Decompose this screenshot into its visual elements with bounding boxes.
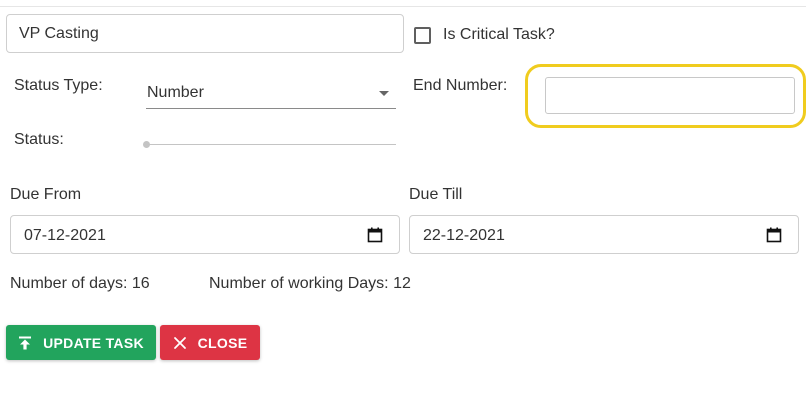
number-of-days-text: Number of days: 16 bbox=[10, 275, 150, 292]
end-number-input[interactable] bbox=[545, 77, 795, 114]
update-task-label: UPDATE TASK bbox=[43, 334, 144, 351]
critical-task-checkbox[interactable] bbox=[414, 26, 431, 44]
upload-icon bbox=[19, 336, 32, 349]
due-from-label: Due From bbox=[10, 186, 82, 203]
calendar-icon[interactable] bbox=[766, 227, 782, 243]
due-till-value: 22-12-2021 bbox=[423, 227, 505, 244]
status-label: Status: bbox=[14, 131, 64, 148]
status-type-label: Status Type: bbox=[14, 77, 103, 94]
due-till-input[interactable]: 22-12-2021 bbox=[409, 215, 799, 254]
due-from-value: 07-12-2021 bbox=[24, 227, 106, 244]
top-divider bbox=[0, 6, 806, 7]
status-type-select[interactable]: Number bbox=[146, 76, 396, 109]
task-name-input[interactable] bbox=[6, 14, 404, 53]
slider-track bbox=[146, 144, 396, 145]
update-task-button[interactable]: UPDATE TASK bbox=[6, 325, 156, 360]
status-type-value: Number bbox=[147, 84, 204, 101]
close-button[interactable]: CLOSE bbox=[160, 325, 260, 360]
critical-task-option[interactable]: Is Critical Task? bbox=[414, 26, 555, 44]
status-slider[interactable] bbox=[143, 141, 396, 149]
close-icon bbox=[173, 336, 186, 349]
slider-thumb[interactable] bbox=[143, 141, 150, 148]
chevron-down-icon bbox=[379, 91, 389, 96]
calendar-icon[interactable] bbox=[367, 227, 383, 243]
critical-task-label: Is Critical Task? bbox=[443, 26, 555, 43]
due-till-label: Due Till bbox=[409, 186, 463, 203]
number-of-working-days-text: Number of working Days: 12 bbox=[209, 275, 411, 292]
due-from-input[interactable]: 07-12-2021 bbox=[10, 215, 400, 254]
end-number-label: End Number: bbox=[413, 77, 508, 94]
close-label: CLOSE bbox=[197, 334, 248, 351]
